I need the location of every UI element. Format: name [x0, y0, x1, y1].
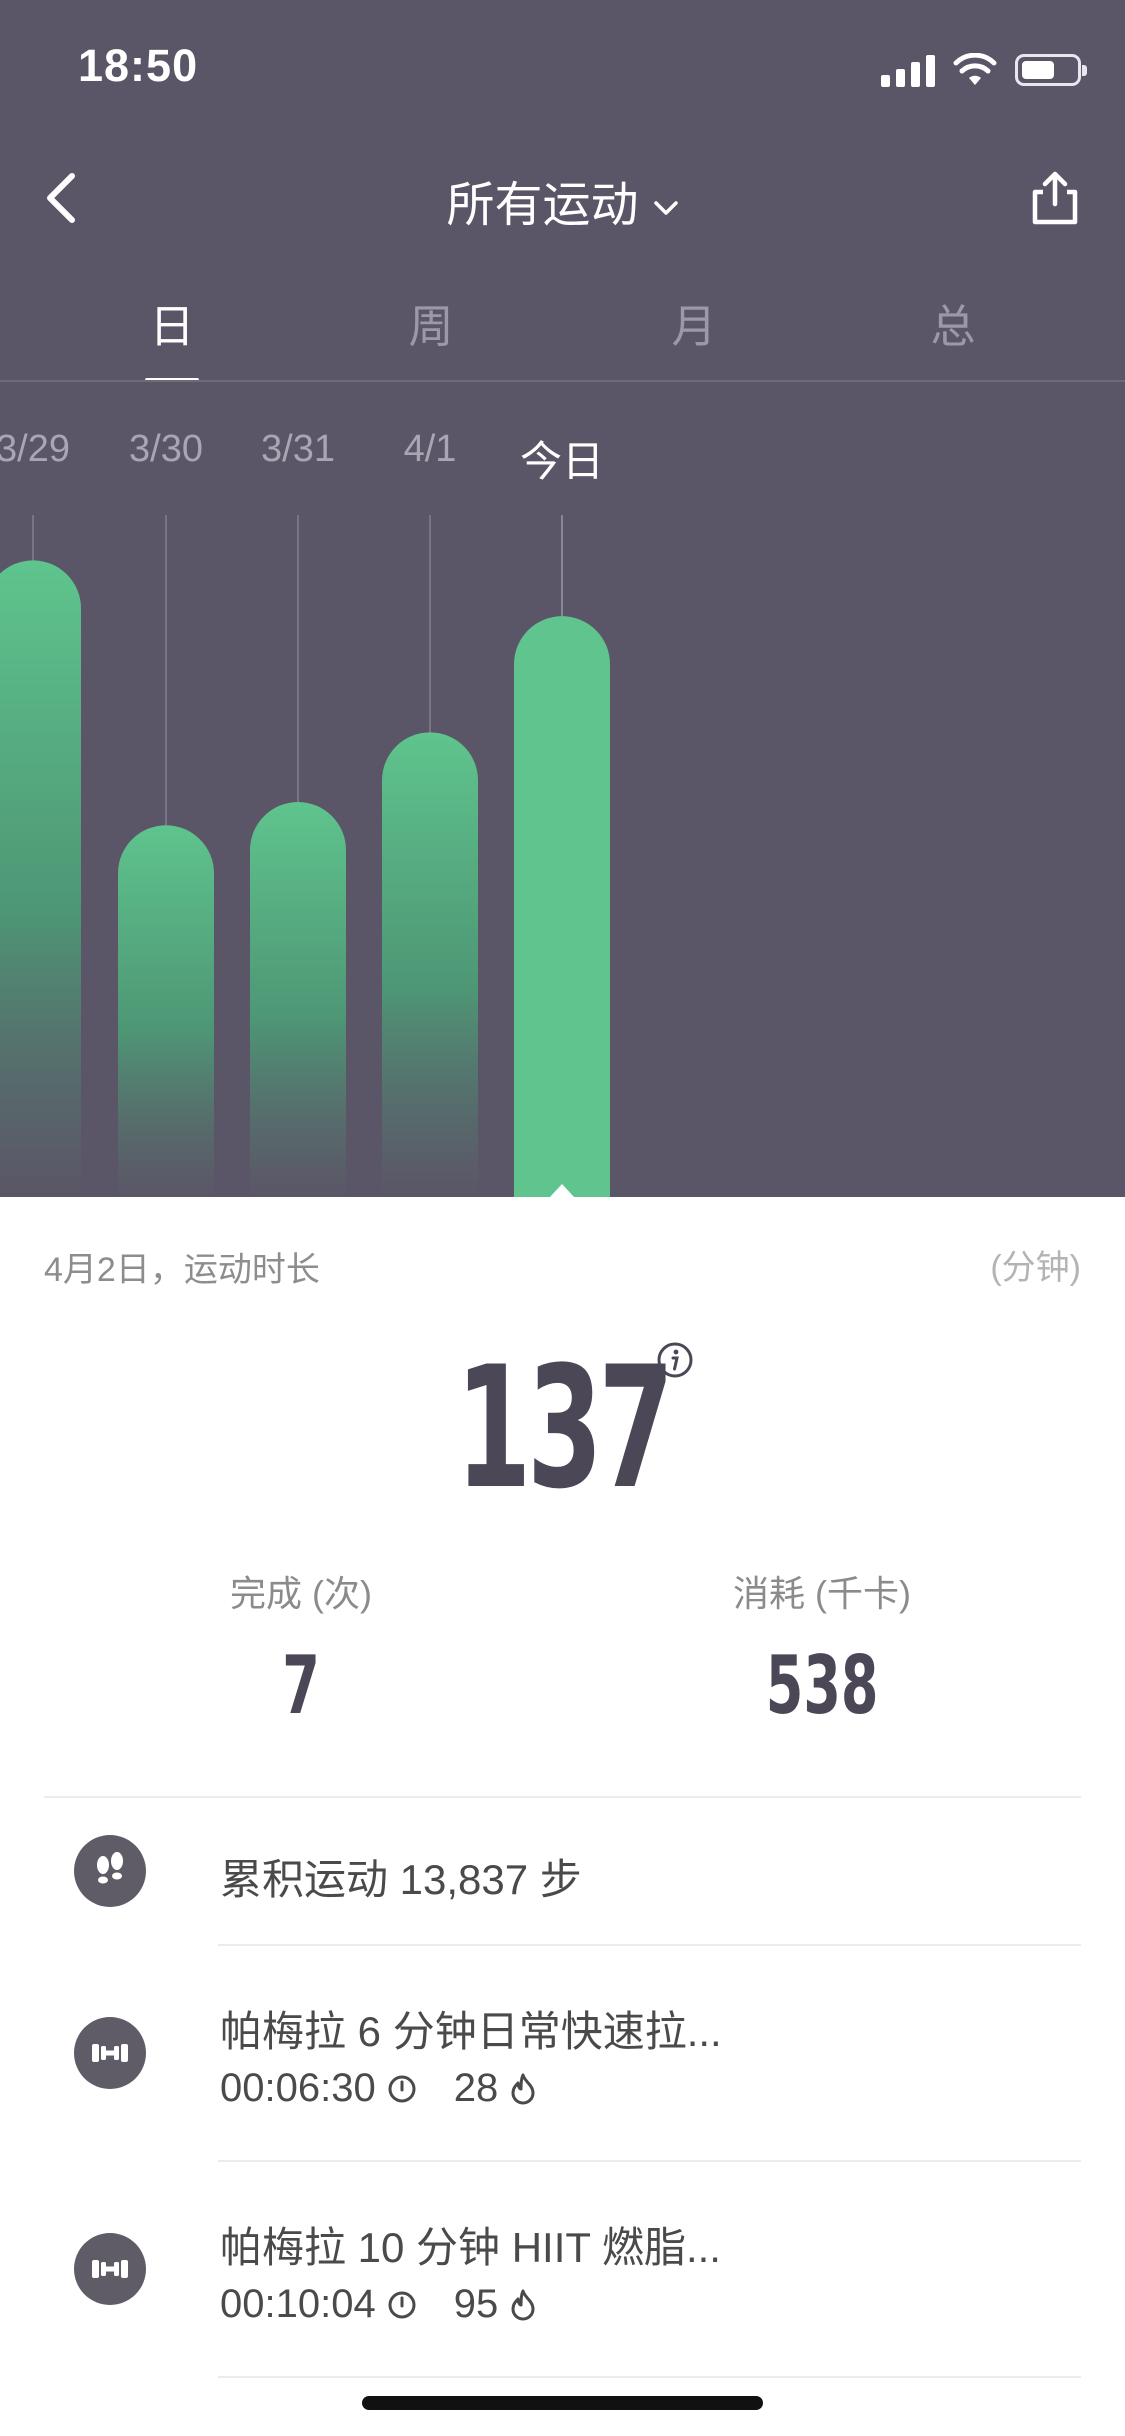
tab-total[interactable]: 总: [893, 290, 1013, 355]
unit-label: (分钟): [990, 1249, 1081, 1287]
bar-3-30[interactable]: [118, 825, 214, 1197]
tab-week[interactable]: 周: [371, 290, 491, 355]
list-item-workout-2[interactable]: 帕梅拉 10 分钟 HIIT 燃脂... 00:10:04 95: [0, 2162, 1125, 2376]
daily-duration-chart[interactable]: 3/29 3/30 3/31 4/1 今日: [0, 400, 1125, 1197]
info-icon[interactable]: [656, 1341, 694, 1379]
completed-count-value: 7: [282, 1639, 320, 1732]
signal-icon: [881, 53, 935, 87]
row-divider: [218, 2376, 1081, 2378]
workout-title: 帕梅拉 10 分钟 HIIT 燃脂...: [220, 2224, 721, 2271]
home-indicator: [362, 2396, 763, 2410]
status-time: 18:50: [78, 40, 199, 91]
flame-icon: [511, 2073, 535, 2104]
summary-date-label: 4月2日，运动时长: [44, 1251, 320, 1289]
workout-calories: 28: [453, 2066, 499, 2110]
chevron-down-icon: [653, 201, 678, 216]
workout-title: 帕梅拉 6 分钟日常快速拉...: [220, 2008, 722, 2055]
clock-icon: [388, 2291, 416, 2318]
bar-今日[interactable]: [514, 616, 610, 1197]
bar-3-29[interactable]: [0, 560, 81, 1197]
period-tabs: 日 周 月 总: [0, 290, 1125, 382]
duration-value: 137: [0, 1330, 1125, 1526]
workout-calories: 95: [453, 2282, 499, 2326]
status-icons: [881, 50, 1087, 90]
bar-4-1[interactable]: [382, 732, 479, 1197]
flame-icon: [511, 2289, 535, 2320]
footsteps-icon: [74, 1835, 146, 1907]
chart-panel: 18:50 所有运动 日 周 月 总 3/29 3/30 3/31 4/1 今日: [0, 0, 1125, 1197]
wifi-icon: [953, 53, 997, 85]
workout-meta: 00:06:30 28: [220, 2066, 538, 2111]
steps-summary: 累积运动 13,837 步: [220, 1856, 582, 1903]
workout-duration: 00:10:04: [220, 2282, 376, 2326]
tab-day[interactable]: 日: [112, 290, 232, 355]
chart-plot: [0, 515, 610, 1197]
completed-count-stat: 完成 (次) 7: [111, 1565, 491, 1732]
list-item-steps[interactable]: 累积运动 13,837 步: [0, 1798, 1125, 1944]
dumbbell-icon: [74, 2017, 146, 2089]
share-icon[interactable]: [1025, 168, 1085, 228]
clock-icon: [388, 2075, 416, 2102]
bar-3-31[interactable]: [250, 802, 346, 1197]
completed-count-label: 完成 (次): [230, 1573, 372, 1614]
duration-number: 137: [455, 1330, 674, 1526]
calories-stat: 消耗 (千卡) 538: [632, 1565, 1012, 1732]
activity-filter-dropdown[interactable]: 所有运动: [0, 165, 1125, 235]
list-item-workout-1[interactable]: 帕梅拉 6 分钟日常快速拉... 00:06:30 28: [0, 1946, 1125, 2160]
calories-value: 538: [765, 1639, 879, 1732]
dumbbell-icon: [74, 2233, 146, 2305]
tab-month[interactable]: 月: [634, 290, 754, 355]
battery-icon: [1015, 54, 1087, 86]
page-title: 所有运动: [446, 179, 639, 232]
tab-divider: [0, 380, 1125, 382]
workout-meta: 00:10:04 95: [220, 2282, 538, 2327]
workout-duration: 00:06:30: [220, 2066, 376, 2110]
calories-label: 消耗 (千卡): [733, 1573, 911, 1614]
